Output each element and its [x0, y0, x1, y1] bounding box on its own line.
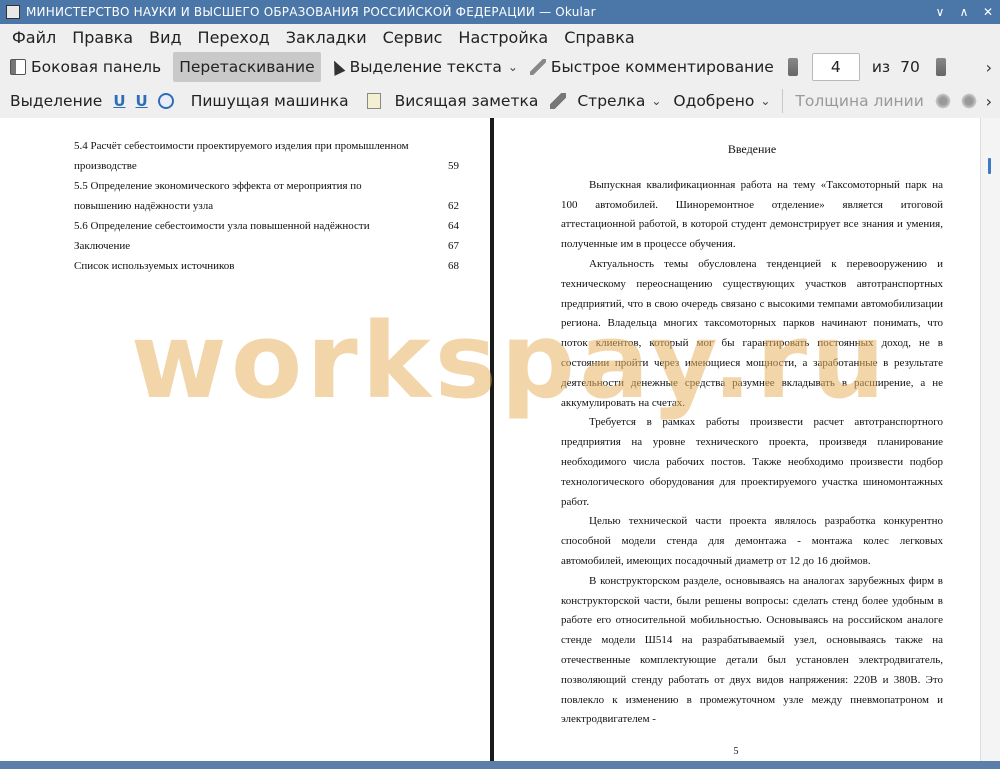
text-select-label: Выделение текста: [349, 58, 502, 76]
sidebar-label: Боковая панель: [31, 58, 162, 76]
toolbar-overflow-icon[interactable]: ›: [986, 58, 992, 77]
drag-tool-button[interactable]: Перетаскивание: [173, 52, 321, 82]
selection-label: Выделение: [10, 92, 103, 110]
table-of-contents: 5.4 Расчёт себестоимости проектируемого …: [74, 136, 459, 276]
menu-view[interactable]: Вид: [141, 28, 189, 47]
minimize-button[interactable]: ∨: [928, 5, 952, 19]
menu-file[interactable]: Файл: [4, 28, 64, 47]
quick-comment-button[interactable]: Быстрое комментирование: [524, 52, 780, 82]
arrow-tool[interactable]: Стрелка ⌄: [571, 86, 667, 116]
menu-edit[interactable]: Правка: [64, 28, 141, 47]
sidebar-icon: [10, 59, 26, 75]
toolbar-separator: [782, 89, 784, 113]
main-toolbar: Боковая панель Перетаскивание Выделение …: [0, 50, 1000, 84]
previous-page-icon[interactable]: [787, 58, 798, 76]
toc-entry: Заключение 67: [74, 236, 459, 256]
typewriter-tool[interactable]: Пишущая машинка: [185, 86, 355, 116]
toc-page: 62: [448, 200, 459, 212]
text-select-button[interactable]: Выделение текста ⌄: [325, 52, 524, 82]
toc-entry: повышению надёжности узла 62: [74, 196, 459, 216]
toc-entry: производстве 59: [74, 156, 459, 176]
toc-page: 64: [448, 220, 459, 232]
menu-tools[interactable]: Сервис: [375, 28, 451, 47]
menu-help[interactable]: Справка: [556, 28, 643, 47]
line-width-label: Толщина линии: [795, 92, 924, 110]
page-total: 70: [900, 58, 920, 76]
toc-entry: 5.4 Расчёт себестоимости проектируемого …: [74, 136, 459, 156]
line-width-control[interactable]: Толщина линии: [789, 86, 929, 116]
underline-icon[interactable]: U: [113, 92, 125, 110]
font-icon[interactable]: [959, 93, 978, 109]
page-current: 4: [830, 58, 841, 76]
toc-text: 5.5 Определение экономического эффекта о…: [74, 180, 362, 192]
okular-window: Файл Правка Вид Переход Закладки Сервис …: [0, 24, 1000, 769]
page-content: Введение Выпускная квалификационная рабо…: [561, 140, 943, 730]
toc-page: [439, 136, 459, 156]
toc-text: повышению надёжности узла: [74, 200, 214, 212]
maximize-button[interactable]: ∧: [952, 5, 976, 19]
menu-settings[interactable]: Настройка: [450, 28, 556, 47]
scrollbar-thumb[interactable]: [988, 158, 991, 174]
page-number: 5: [733, 746, 739, 757]
chevron-down-icon[interactable]: ⌄: [760, 94, 770, 108]
sidebar-toggle-button[interactable]: Боковая панель: [4, 52, 167, 82]
menu-bookmarks[interactable]: Закладки: [278, 28, 375, 47]
color-icon[interactable]: [933, 93, 952, 109]
toc-text: Заключение: [74, 240, 131, 252]
arrow-label: Стрелка: [577, 92, 646, 110]
annotation-toolbar: Выделение U U Пишущая машинка Висящая за…: [0, 84, 1000, 118]
paragraph: В конструкторском разделе, основываясь н…: [561, 574, 943, 726]
page-number-input[interactable]: 4: [811, 53, 860, 81]
toc-text: производстве: [74, 160, 137, 172]
toc-page: 59: [448, 160, 459, 172]
toc-text: 5.6 Определение себестоимости узла повыш…: [74, 220, 370, 232]
toc-text: 5.4 Расчёт себестоимости проектируемого …: [74, 140, 409, 152]
toc-text: Список используемых источников: [74, 260, 235, 272]
paragraph: Целью технической части проекта являлось…: [561, 515, 943, 567]
paragraph: Выпускная квалификационная работа на тем…: [561, 178, 943, 251]
window-title: МИНИСТЕРСТВО НАУКИ И ВЫСШЕГО ОБРАЗОВАНИЯ…: [26, 5, 596, 19]
selection-tool[interactable]: Выделение: [4, 86, 108, 116]
page-of-label: из: [871, 58, 891, 76]
toc-entry: 5.6 Определение себестоимости узла повыш…: [74, 216, 459, 236]
next-page-icon[interactable]: [935, 58, 946, 76]
chevron-down-icon[interactable]: ⌄: [651, 94, 661, 108]
hanging-note-label: Висящая заметка: [394, 92, 539, 110]
title-bar: МИНИСТЕРСТВО НАУКИ И ВЫСШЕГО ОБРАЗОВАНИЯ…: [0, 0, 1000, 24]
close-button[interactable]: ✕: [976, 5, 1000, 19]
drag-label: Перетаскивание: [179, 58, 315, 76]
cursor-icon: [328, 58, 346, 76]
arrow-tool-icon: [550, 93, 567, 109]
note-icon: [366, 93, 381, 109]
squiggle-underline-icon[interactable]: U: [136, 92, 148, 110]
toc-page: 67: [448, 240, 459, 252]
strikeout-icon[interactable]: [157, 93, 174, 109]
stamp-tool[interactable]: Одобрено ⌄: [667, 86, 776, 116]
paragraph: Требуется в рамках работы произвести рас…: [561, 416, 943, 508]
paragraph: Актуальность темы обусловлена тенденцией…: [561, 257, 943, 409]
menu-bar: Файл Правка Вид Переход Закладки Сервис …: [0, 24, 1000, 50]
quick-comment-label: Быстрое комментирование: [550, 58, 774, 76]
typewriter-label: Пишущая машинка: [190, 92, 349, 110]
menu-go[interactable]: Переход: [190, 28, 278, 47]
toc-page: [439, 176, 459, 196]
toc-page: 68: [448, 260, 459, 272]
page-5: Введение Выпускная квалификационная рабо…: [494, 118, 978, 769]
hanging-note-tool[interactable]: Висящая заметка: [389, 86, 545, 116]
document-view[interactable]: 5.4 Расчёт себестоимости проектируемого …: [0, 118, 1000, 769]
pen-icon: [529, 59, 546, 75]
page-4: 5.4 Расчёт себестоимости проектируемого …: [6, 118, 490, 758]
approved-label: Одобрено: [673, 92, 755, 110]
vertical-scrollbar[interactable]: [980, 118, 1000, 769]
window-bottom-border: [0, 761, 1000, 769]
toc-entry: Список используемых источников 68: [74, 256, 459, 276]
chevron-down-icon[interactable]: ⌄: [508, 60, 518, 74]
toolbar-overflow-icon[interactable]: ›: [986, 92, 992, 111]
okular-app-icon: [6, 5, 20, 19]
toc-entry: 5.5 Определение экономического эффекта о…: [74, 176, 459, 196]
section-heading: Введение: [727, 142, 777, 156]
